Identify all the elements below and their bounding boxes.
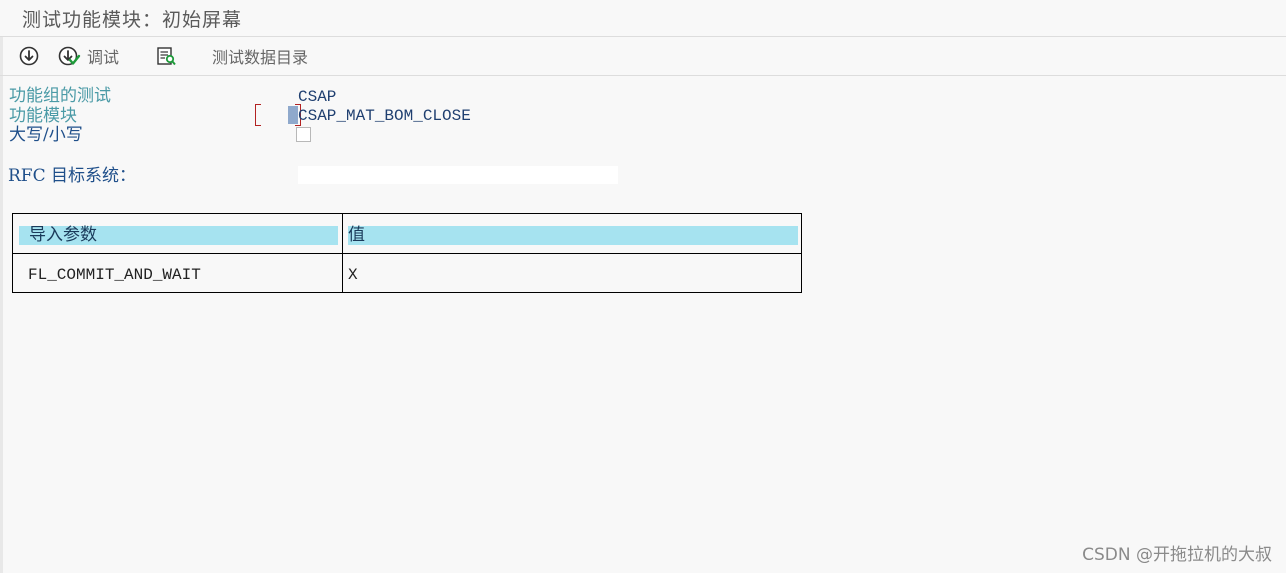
column-header-value: 值 — [348, 226, 798, 245]
title-bar: 测试功能模块：初始屏幕 — [0, 0, 1286, 37]
test-data-directory-button[interactable]: 测试数据目录 — [212, 43, 308, 69]
execute-button[interactable] — [18, 43, 40, 69]
param-name-cell[interactable]: FL_COMMIT_AND_WAIT — [28, 266, 201, 284]
rfc-target-input[interactable] — [298, 166, 618, 184]
test-data-directory-label: 测试数据目录 — [212, 48, 309, 67]
function-group-label: 功能组的测试 — [9, 86, 111, 106]
execute-debug-icon — [57, 45, 81, 67]
import-parameters-table: 导入参数 值 FL_COMMIT_AND_WAIT X — [12, 213, 802, 293]
toolbar: 调试 测试数据目录 — [0, 37, 1286, 76]
debug-button[interactable]: 调试 — [57, 43, 119, 69]
execute-icon — [18, 45, 40, 67]
rfc-target-label: RFC 目标系统： — [8, 166, 137, 186]
window-left-edge — [0, 0, 3, 573]
watermark: CSDN @开拖拉机的大叔 — [1082, 545, 1272, 565]
param-value-cell[interactable]: X — [348, 266, 358, 284]
row-divider — [13, 253, 801, 254]
data-directory-button[interactable] — [155, 43, 177, 69]
column-header-import-params: 导入参数 — [19, 226, 338, 245]
debug-label: 调试 — [87, 48, 120, 67]
function-module-field[interactable]: CSAP_MAT_BOM_CLOSE — [298, 106, 471, 126]
function-group-value: CSAP — [298, 88, 337, 106]
case-sensitive-label: 大写/小写 — [9, 125, 83, 145]
required-bracket-left — [255, 104, 261, 126]
case-sensitive-checkbox[interactable] — [296, 127, 311, 142]
page-title: 测试功能模块：初始屏幕 — [22, 9, 243, 31]
function-module-label: 功能模块 — [9, 106, 77, 126]
data-directory-icon — [155, 45, 177, 67]
